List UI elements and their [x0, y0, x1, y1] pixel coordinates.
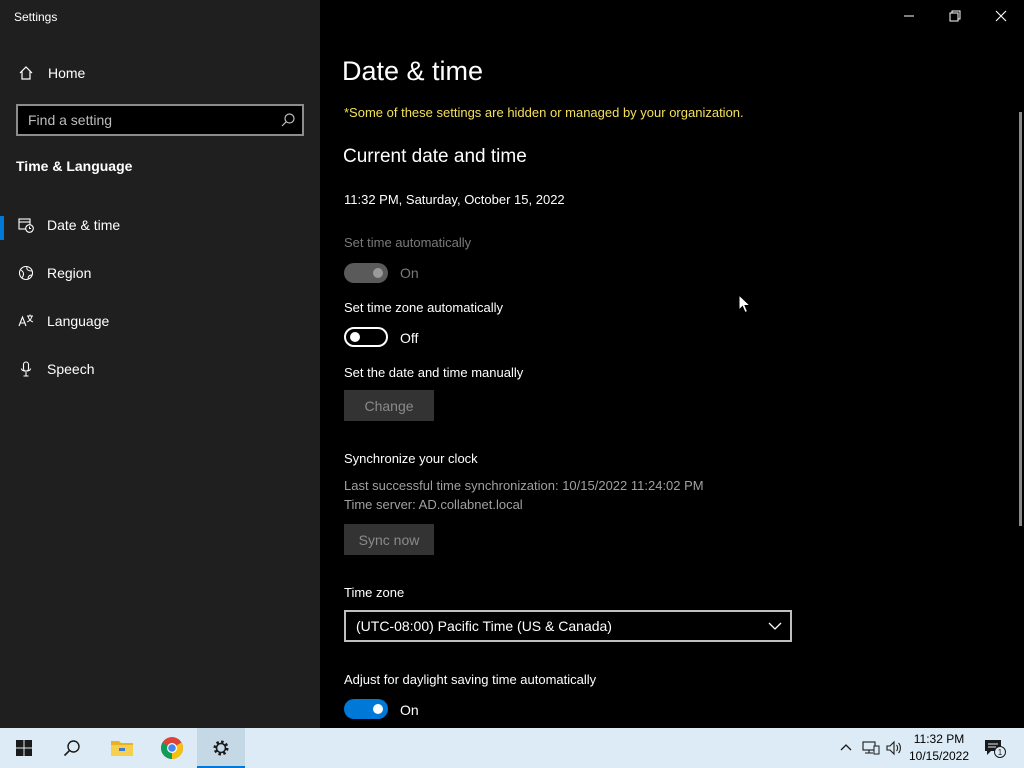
app-title: Settings	[14, 10, 58, 24]
sidebar-item-label: Speech	[47, 361, 95, 377]
scrollbar[interactable]	[1019, 112, 1022, 526]
dst-label: Adjust for daylight saving time automati…	[344, 672, 597, 687]
manual-datetime-label: Set the date and time manually	[344, 365, 524, 380]
start-button[interactable]	[0, 728, 48, 768]
nav-home[interactable]: Home	[0, 53, 320, 93]
chevron-down-icon	[768, 619, 782, 633]
restore-icon	[949, 10, 961, 22]
sidebar-item-language[interactable]: Language	[0, 301, 320, 341]
change-button[interactable]: Change	[344, 390, 434, 421]
sidebar-item-date-time[interactable]: Date & time	[0, 205, 320, 245]
taskbar: 11:32 PM 10/15/2022 1	[0, 728, 1024, 768]
minimize-icon	[904, 15, 914, 17]
mouse-cursor-icon	[738, 293, 752, 314]
network-icon[interactable]	[861, 738, 881, 758]
notification-center-button[interactable]: 1	[982, 738, 1008, 758]
sync-heading: Synchronize your clock	[344, 451, 478, 466]
chrome-icon	[161, 737, 183, 759]
language-icon	[17, 312, 35, 330]
time-zone-dropdown[interactable]: (UTC-08:00) Pacific Time (US & Canada)	[344, 610, 792, 642]
chrome-button[interactable]	[148, 728, 196, 768]
taskbar-clock[interactable]: 11:32 PM 10/15/2022	[904, 731, 974, 765]
clock-time: 11:32 PM	[913, 732, 965, 746]
microphone-icon	[17, 360, 35, 378]
set-time-auto-label: Set time automatically	[344, 235, 472, 250]
sidebar-item-region[interactable]: Region	[0, 253, 320, 293]
time-zone-value: (UTC-08:00) Pacific Time (US & Canada)	[356, 618, 612, 634]
org-notice: *Some of these settings are hidden or ma…	[344, 105, 744, 120]
start-icon	[16, 740, 32, 756]
sidebar-item-speech[interactable]: Speech	[0, 349, 320, 389]
toggle-knob	[350, 332, 360, 342]
dst-toggle[interactable]	[344, 699, 388, 719]
set-time-auto-toggle	[344, 263, 388, 283]
set-tz-auto-label: Set time zone automatically	[344, 300, 503, 315]
dst-state: On	[400, 702, 419, 718]
close-button[interactable]	[978, 0, 1024, 32]
set-time-auto-state: On	[400, 265, 419, 281]
nav-home-label: Home	[48, 65, 86, 81]
chevron-up-icon	[840, 744, 852, 751]
last-sync-text: Last successful time synchronization: 10…	[344, 478, 704, 493]
file-explorer-icon	[111, 741, 133, 756]
home-icon	[17, 64, 35, 82]
search-icon[interactable]	[280, 112, 296, 128]
sidebar-item-label: Language	[47, 313, 110, 329]
settings-icon	[213, 740, 229, 756]
search-icon	[63, 740, 80, 757]
set-tz-auto-state: Off	[400, 330, 419, 346]
sidebar-item-label: Date & time	[47, 217, 121, 233]
minimize-button[interactable]	[886, 0, 932, 32]
time-server-text: Time server: AD.collabnet.local	[344, 497, 523, 512]
show-hidden-icons-button[interactable]	[836, 738, 856, 758]
toggle-knob	[373, 268, 383, 278]
sidebar-item-label: Region	[47, 265, 92, 281]
main-content: Date & time *Some of these settings are …	[320, 0, 1024, 728]
time-zone-label: Time zone	[344, 585, 405, 600]
file-explorer-button[interactable]	[98, 728, 146, 768]
current-date-heading: Current date and time	[343, 146, 527, 167]
sidebar: Settings Home Find a setting Time & Lang…	[0, 0, 320, 728]
settings-taskbar-button[interactable]	[197, 728, 245, 768]
toggle-knob	[373, 704, 383, 714]
section-title: Time & Language	[16, 158, 133, 174]
set-tz-auto-toggle[interactable]	[344, 327, 388, 347]
current-datetime: 11:32 PM, Saturday, October 15, 2022	[344, 192, 565, 207]
volume-icon[interactable]	[884, 738, 904, 758]
globe-icon	[17, 264, 35, 282]
page-title: Date & time	[342, 56, 484, 86]
notification-icon: 1	[985, 740, 1006, 758]
search-input[interactable]: Find a setting	[16, 104, 304, 136]
search-placeholder: Find a setting	[28, 112, 113, 128]
sync-now-button[interactable]: Sync now	[344, 524, 434, 555]
close-icon	[995, 10, 1007, 22]
notification-count: 1	[998, 748, 1003, 757]
clock-date: 10/15/2022	[908, 749, 970, 763]
taskbar-search-button[interactable]	[48, 728, 96, 768]
restore-button[interactable]	[932, 0, 978, 32]
calendar-clock-icon	[17, 216, 35, 234]
